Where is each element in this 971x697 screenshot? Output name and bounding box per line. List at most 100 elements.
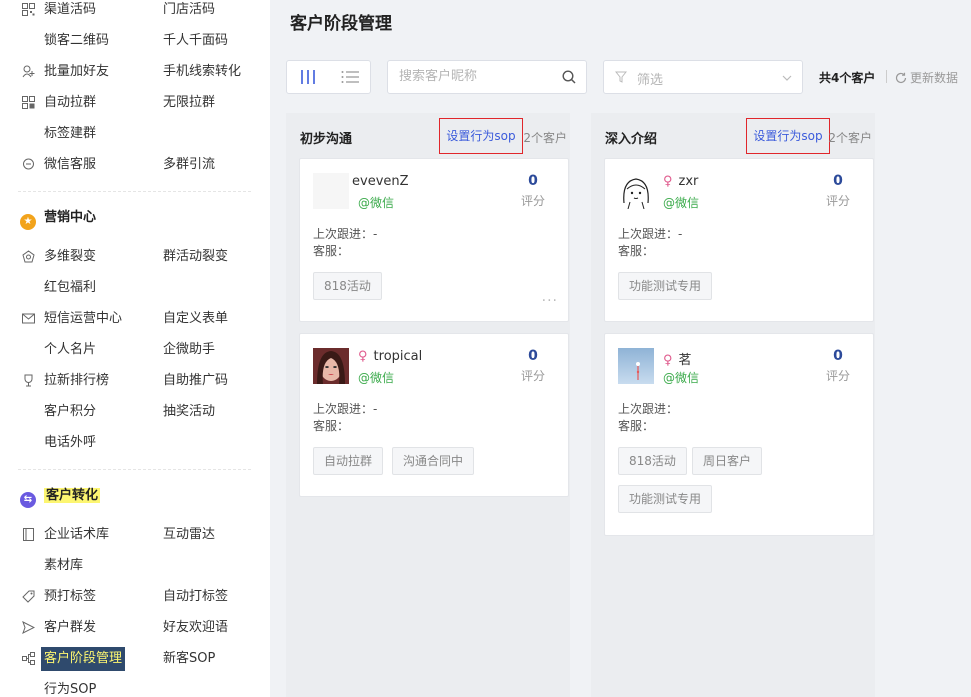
search-box — [387, 60, 587, 94]
divider — [18, 469, 251, 470]
tag-chip: 功能测试专用 — [618, 272, 713, 300]
nav-row: 短信运营中心 自定义表单 — [0, 309, 270, 340]
section-conversion-label: 客户转化 — [44, 488, 101, 503]
nav-mass-send[interactable]: 客户群发 — [44, 618, 96, 638]
customer-card[interactable]: ♀ tropical @微信 0 评分 上次跟进：- 客服： 自动拉群 沟通合同中 — [299, 333, 569, 497]
last-follow-label: 上次跟进： — [313, 402, 374, 416]
customer-name-text: zxr — [678, 174, 699, 189]
section-conversion[interactable]: ⇆ 客户转化 — [20, 484, 101, 508]
customer-card[interactable]: evevenZ @微信 0 评分 上次跟进：- 客服： 818活动 ··· — [299, 158, 569, 322]
last-follow: 上次跟进：- — [313, 225, 377, 242]
score-label: 评分 — [520, 369, 545, 383]
last-follow-value: - — [373, 402, 378, 416]
nav-group-fission[interactable]: 群活动裂变 — [163, 247, 228, 267]
female-icon: ♀ — [663, 353, 673, 368]
nav-business-card[interactable]: 个人名片 — [44, 340, 96, 360]
nav-unlimited-group[interactable]: 无限拉群 — [163, 93, 215, 113]
kanban-view-button[interactable] — [287, 61, 329, 93]
nav-script-library[interactable]: 企业话术库 — [44, 525, 109, 545]
nav-batch-add-friends[interactable]: 批量加好友 — [44, 62, 109, 82]
nav-lock-qrcode[interactable]: 锁客二维码 — [44, 31, 109, 51]
tag-chip: 沟通合同中 — [392, 447, 475, 475]
nav-row: 个人名片 企微助手 — [0, 340, 270, 371]
avatar — [313, 348, 349, 384]
filter-select[interactable]: 筛选 — [603, 60, 803, 94]
customer-card[interactable]: ♀ zxr @微信 0 评分 上次跟进：- 客服： 功能测试专用 — [604, 158, 874, 322]
nav-multi-fission[interactable]: 多维裂变 — [44, 247, 96, 267]
section-marketing-label: 营销中心 — [44, 210, 97, 225]
nav-row: 批量加好友 手机线索转化 — [0, 62, 270, 93]
nav-multi-group-traffic[interactable]: 多群引流 — [163, 155, 215, 175]
columns-icon — [301, 70, 315, 84]
last-follow-value: - — [678, 227, 683, 241]
divider — [886, 70, 887, 83]
nav-customer-stage-active[interactable]: 客户阶段管理 — [41, 647, 126, 671]
customer-source: @微信 — [358, 371, 395, 385]
search-icon[interactable] — [562, 70, 576, 88]
nav-tag-group[interactable]: 标签建群 — [44, 124, 96, 144]
nav-custom-form[interactable]: 自定义表单 — [163, 309, 228, 329]
nav-behavior-sop[interactable]: 行为SOP — [44, 680, 96, 697]
nav-row: 锁客二维码 千人千面码 — [0, 31, 270, 62]
nav-auto-tag[interactable]: 自动打标签 — [163, 587, 228, 607]
nav-new-customer-sop[interactable]: 新客SOP — [163, 649, 215, 669]
score-value: 0 — [528, 173, 538, 189]
divider — [18, 191, 251, 192]
nav-customer-points[interactable]: 客户积分 — [44, 402, 96, 422]
chat-icon — [21, 158, 35, 172]
list-view-button[interactable] — [329, 61, 371, 93]
sidebar: 渠道活码 门店活码 锁客二维码 千人千面码 批量加好友 手机线索转化 自动拉群 … — [0, 0, 270, 697]
nav-row: 客户群发 好友欢迎语 — [0, 618, 270, 649]
stage-count: 2个客户 — [828, 131, 872, 145]
nav-phone-lead[interactable]: 手机线索转化 — [163, 62, 241, 82]
nav-row: 客户积分 抽奖活动 — [0, 402, 270, 433]
tag-icon — [21, 590, 35, 604]
nav-self-promo-code[interactable]: 自助推广码 — [163, 371, 228, 391]
nav-personalized-code[interactable]: 千人千面码 — [163, 31, 228, 51]
nav-red-packet[interactable]: 红包福利 — [44, 278, 96, 298]
nav-wework-assistant[interactable]: 企微助手 — [163, 340, 215, 360]
nav-interaction-radar[interactable]: 互动雷达 — [163, 525, 215, 545]
tag-chip: 功能测试专用 — [618, 485, 713, 513]
customer-name: ♀ zxr — [663, 174, 698, 189]
nav-row: 预打标签 自动打标签 — [0, 587, 270, 618]
refresh-label: 更新数据 — [910, 71, 959, 85]
set-sop-button[interactable]: 设置行为sop — [439, 118, 523, 154]
agent: 客服： — [618, 244, 655, 258]
agent: 客服： — [618, 419, 655, 433]
more-icon[interactable]: ··· — [542, 293, 558, 309]
last-follow-label: 上次跟进： — [618, 402, 679, 416]
tag-chip: 818活动 — [618, 447, 687, 475]
nav-pre-tag[interactable]: 预打标签 — [44, 587, 96, 607]
nav-outbound-call[interactable]: 电话外呼 — [44, 433, 96, 453]
nav-channel-code[interactable]: 渠道活码 — [44, 0, 96, 20]
search-input[interactable] — [399, 69, 554, 84]
section-marketing[interactable]: ★ 营销中心 — [20, 206, 96, 230]
customer-name: ♀ tropical — [358, 349, 422, 364]
nav-material-library[interactable]: 素材库 — [44, 556, 83, 576]
set-sop-button[interactable]: 设置行为sop — [746, 118, 830, 154]
score: 0 评分 — [823, 173, 853, 209]
nav-row: 多维裂变 群活动裂变 — [0, 247, 270, 278]
nav-row: 行为SOP — [0, 680, 270, 697]
nav-row: 客户阶段管理 新客SOP — [0, 647, 270, 680]
group-icon — [21, 96, 35, 110]
total-prefix: 共 — [819, 71, 832, 85]
nav-sms-center[interactable]: 短信运营中心 — [44, 309, 122, 329]
nav-wechat-service[interactable]: 微信客服 — [44, 155, 96, 175]
tag-chip: 818活动 — [313, 272, 382, 300]
last-follow-value: - — [373, 227, 378, 241]
customer-card[interactable]: ♀ 茗 @微信 0 评分 上次跟进： 客服： 818活动 周日客户 功能测试专用 — [604, 333, 874, 536]
nav-lottery[interactable]: 抽奖活动 — [163, 402, 215, 422]
nav-store-code[interactable]: 门店活码 — [163, 0, 215, 20]
refresh-button[interactable]: 更新数据 — [895, 69, 958, 87]
nav-welcome-message[interactable]: 好友欢迎语 — [163, 618, 228, 638]
nav-leaderboard[interactable]: 拉新排行榜 — [44, 371, 109, 391]
customer-name: ♀ 茗 — [663, 349, 692, 368]
nav-auto-group[interactable]: 自动拉群 — [44, 93, 96, 113]
trophy-icon — [21, 374, 35, 388]
female-icon: ♀ — [358, 349, 368, 364]
customer-name: evevenZ — [352, 174, 409, 189]
last-follow: 上次跟进：- — [313, 400, 377, 417]
customer-source: @微信 — [663, 371, 700, 385]
